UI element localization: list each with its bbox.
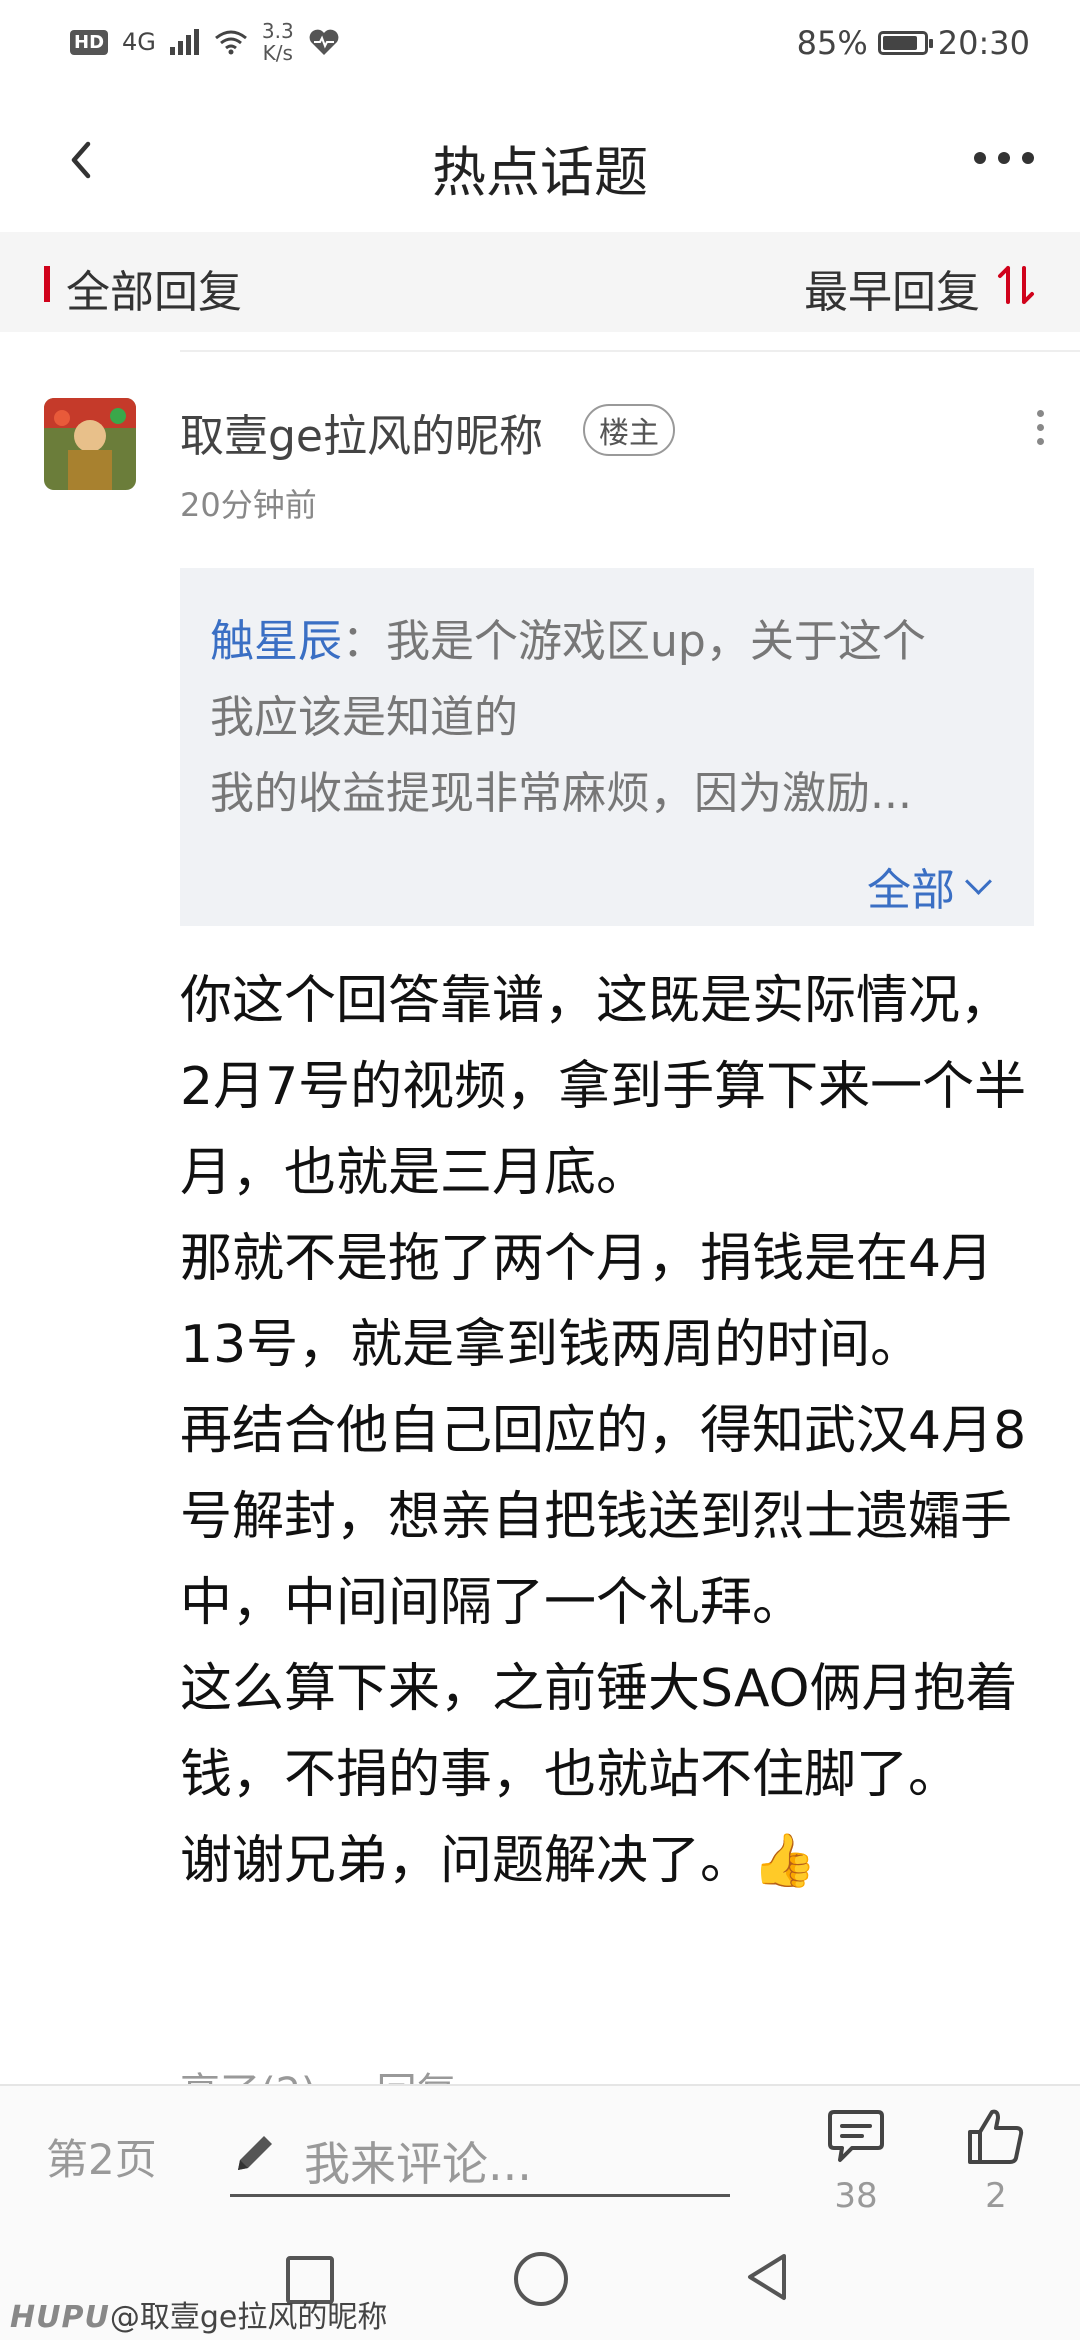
- pencil-icon: [238, 2136, 272, 2170]
- sort-arrows-icon[interactable]: [996, 262, 1036, 308]
- post-content: 你这个回答靠谱，这既是实际情况，2月7号的视频，拿到手算下来一个半月，也就是三月…: [180, 958, 1040, 1904]
- page-title: 热点话题: [432, 141, 648, 204]
- network-type: 4G: [122, 28, 156, 56]
- top-app-bar: 热点话题: [0, 90, 1080, 230]
- content-paragraph: 你这个回答靠谱，这既是实际情况，2月7号的视频，拿到手算下来一个半月，也就是三月…: [180, 971, 1027, 1203]
- post-time: 20分钟前: [180, 486, 317, 524]
- page-indicator[interactable]: 第2页: [46, 2126, 157, 2187]
- sort-order-button[interactable]: 最早回复: [804, 256, 980, 320]
- avatar[interactable]: [44, 398, 136, 490]
- chevron-down-icon: [965, 867, 992, 895]
- quoted-reply[interactable]: 触星辰：我是个游戏区up，关于这个 我应该是知道的 我的收益提现非常麻烦，因为激…: [180, 568, 1034, 926]
- back-triangle-icon[interactable]: [742, 2250, 792, 2304]
- hd-indicator: HD: [70, 29, 109, 55]
- watermark-brand: HUPU: [10, 2300, 110, 2335]
- content-paragraph: 再结合他自己回应的，得知武汉4月8号解封，想亲自把钱送到烈士遗孀手中，中间间隔了…: [180, 1401, 1027, 1633]
- more-horizontal-icon[interactable]: [974, 152, 1034, 164]
- reply-sort-bar: 全部回复 最早回复: [0, 232, 1080, 332]
- like-count: 2: [985, 2176, 1007, 2216]
- content-paragraph: 谢谢兄弟，问题解决了。👍: [180, 1831, 817, 1891]
- all-replies-label: 全部回复: [66, 267, 242, 318]
- status-bar: HD 4G 3.3 K/s 85% 20:30: [0, 0, 1080, 90]
- comment-input[interactable]: 我来评论...: [230, 2116, 730, 2197]
- home-circle-icon[interactable]: [514, 2252, 568, 2306]
- comment-bubble-icon[interactable]: [826, 2108, 886, 2164]
- watermark-text: @取壹ge拉风的昵称: [109, 2300, 388, 2335]
- more-vertical-icon[interactable]: [1037, 410, 1044, 445]
- content-paragraph: 这么算下来，之前锤大SAO俩月抱着钱，不捐的事，也就站不住脚了。: [180, 1659, 1018, 1805]
- comment-placeholder: 我来评论...: [304, 2137, 532, 2191]
- wifi-icon: [214, 30, 247, 55]
- username[interactable]: 取壹ge拉风的昵称: [180, 400, 543, 464]
- quote-line-2: 我应该是知道的: [210, 692, 518, 743]
- quote-author[interactable]: 触星辰: [210, 616, 342, 667]
- watermark: HUPU@取壹ge拉风的昵称: [10, 2292, 387, 2336]
- content-paragraph: 那就不是拖了两个月，捐钱是在4月13号，就是拿到钱两周的时间。: [180, 1229, 994, 1375]
- op-badge: 楼主: [583, 404, 675, 456]
- quote-line-3: 我的收益提现非常麻烦，因为激励...: [210, 768, 912, 819]
- clock: 20:30: [937, 24, 1030, 62]
- health-heart-icon: [309, 29, 339, 55]
- thumbs-up-emoji: 👍: [752, 1831, 817, 1891]
- section-accent-mark: [44, 266, 50, 302]
- comment-count: 38: [834, 2176, 878, 2216]
- battery-percent: 85%: [796, 24, 868, 62]
- expand-quote-button[interactable]: 全部: [867, 854, 992, 918]
- divider: [180, 350, 1080, 352]
- thumbs-up-icon[interactable]: [966, 2106, 1026, 2166]
- signal-icon: [169, 29, 199, 55]
- battery-icon: [877, 31, 933, 55]
- quote-line-1: 我是个游戏区up，关于这个: [386, 616, 926, 667]
- quote-text: 触星辰：我是个游戏区up，关于这个 我应该是知道的 我的收益提现非常麻烦，因为激…: [210, 616, 926, 819]
- net-speed: 3.3 K/s: [261, 19, 294, 65]
- comment-bar: 第2页 我来评论... 38 2: [0, 2084, 1080, 2222]
